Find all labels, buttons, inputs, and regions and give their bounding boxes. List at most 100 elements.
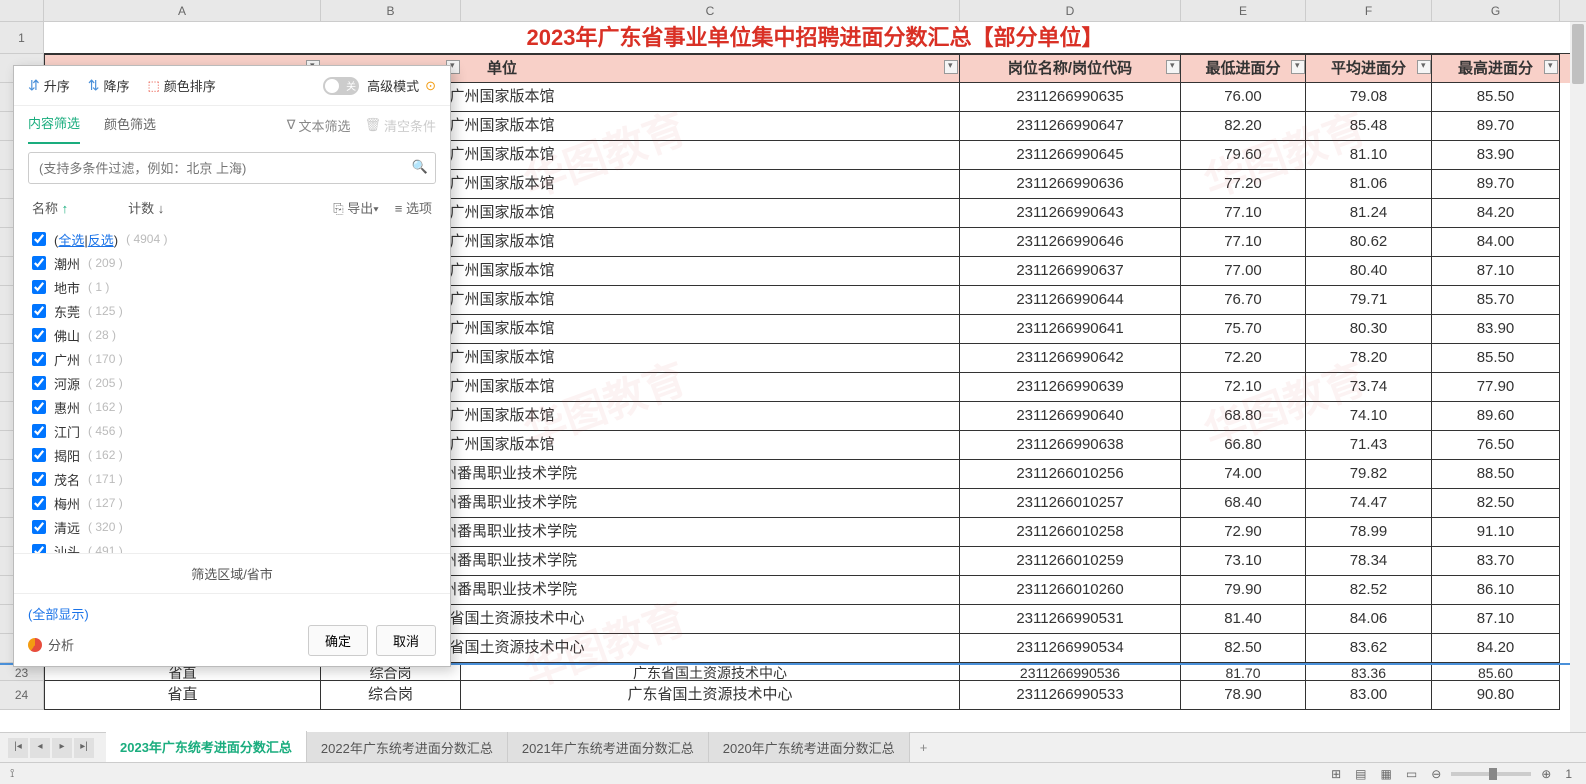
cell-max[interactable]: 84.20 — [1432, 634, 1560, 663]
filter-item[interactable]: 广州( 170 ) — [32, 347, 432, 371]
cell-avg[interactable]: 80.62 — [1306, 228, 1432, 257]
filter-checkbox[interactable] — [32, 472, 46, 486]
zoom-in-button[interactable]: ⊕ — [1537, 767, 1555, 781]
cell-max[interactable]: 82.50 — [1432, 489, 1560, 518]
cell-code[interactable]: 2311266010259 — [960, 547, 1181, 576]
cell-avg[interactable]: 74.10 — [1306, 402, 1432, 431]
filter-item[interactable]: 清远( 320 ) — [32, 515, 432, 539]
cell-avg[interactable]: 81.06 — [1306, 170, 1432, 199]
cell-avg[interactable]: 71.43 — [1306, 431, 1432, 460]
cell-g23[interactable]: 85.60 — [1432, 665, 1560, 681]
cell-f24[interactable]: 83.00 — [1306, 681, 1432, 710]
cell-avg[interactable]: 82.52 — [1306, 576, 1432, 605]
select-all-row[interactable]: (全选|反选) ( 4904 ) — [32, 227, 432, 251]
cell-code[interactable]: 2311266990643 — [960, 199, 1181, 228]
row-24[interactable]: 24 — [0, 681, 44, 710]
color-sort-button[interactable]: ⬚颜色排序 — [148, 76, 216, 95]
cell-b24[interactable]: 综合岗 — [321, 681, 461, 710]
cell-max[interactable]: 85.50 — [1432, 83, 1560, 112]
name-column-header[interactable]: 名称 ↑ — [32, 198, 68, 217]
cell-code[interactable]: 2311266990638 — [960, 431, 1181, 460]
filter-item[interactable]: 东莞( 125 ) — [32, 299, 432, 323]
filter-checkbox[interactable] — [32, 280, 46, 294]
tab-color-filter[interactable]: 颜色筛选 — [104, 107, 156, 143]
cell-code[interactable]: 2311266990646 — [960, 228, 1181, 257]
cell-max[interactable]: 83.90 — [1432, 315, 1560, 344]
sheet-tab-2020[interactable]: 2020年广东统考进面分数汇总 — [709, 732, 910, 763]
filter-checkbox[interactable] — [32, 424, 46, 438]
cell-avg[interactable]: 83.62 — [1306, 634, 1432, 663]
cell-min[interactable]: 82.20 — [1181, 112, 1306, 141]
zoom-out-button[interactable]: ⊖ — [1427, 767, 1445, 781]
filter-checkbox[interactable] — [32, 376, 46, 390]
filter-checkbox[interactable] — [32, 544, 46, 553]
cell-max[interactable]: 86.10 — [1432, 576, 1560, 605]
advanced-mode-toggle[interactable]: 高级模式⊙ — [323, 76, 436, 95]
next-sheet-button[interactable]: ▸ — [52, 738, 72, 758]
cell-min[interactable]: 68.40 — [1181, 489, 1306, 518]
cell-max[interactable]: 89.70 — [1432, 170, 1560, 199]
vertical-scrollbar[interactable] — [1570, 22, 1586, 732]
cell-c24[interactable]: 广东省国土资源技术中心 — [461, 681, 960, 710]
cell-avg[interactable]: 79.71 — [1306, 286, 1432, 315]
cell-code[interactable]: 2311266010256 — [960, 460, 1181, 489]
row-23[interactable]: 23 — [0, 665, 44, 681]
cell-avg[interactable]: 80.30 — [1306, 315, 1432, 344]
filter-checkbox[interactable] — [32, 496, 46, 510]
cell-avg[interactable]: 78.34 — [1306, 547, 1432, 576]
cell-code[interactable]: 2311266990637 — [960, 257, 1181, 286]
filter-dropdown-icon[interactable] — [1544, 60, 1558, 74]
cell-avg[interactable]: 74.47 — [1306, 489, 1432, 518]
last-sheet-button[interactable]: ▸| — [74, 738, 94, 758]
cell-max[interactable]: 91.10 — [1432, 518, 1560, 547]
cell-max[interactable]: 83.70 — [1432, 547, 1560, 576]
cell-e24[interactable]: 78.90 — [1181, 681, 1306, 710]
cell-c23[interactable]: 广东省国土资源技术中心 — [461, 665, 960, 681]
filter-item[interactable]: 江门( 456 ) — [32, 419, 432, 443]
filter-checkbox[interactable] — [32, 520, 46, 534]
view-page-icon[interactable]: ▤ — [1351, 767, 1370, 781]
cell-code[interactable]: 2311266010260 — [960, 576, 1181, 605]
cell-d24[interactable]: 2311266990533 — [960, 681, 1181, 710]
cell-code[interactable]: 2311266990645 — [960, 141, 1181, 170]
cell-avg[interactable]: 80.40 — [1306, 257, 1432, 286]
cell-max[interactable]: 89.60 — [1432, 402, 1560, 431]
cell-g24[interactable]: 90.80 — [1432, 681, 1560, 710]
filter-checkbox[interactable] — [32, 304, 46, 318]
col-C[interactable]: C — [461, 0, 960, 21]
filter-item[interactable]: 惠州( 162 ) — [32, 395, 432, 419]
text-filter-button[interactable]: ∇文本筛选 — [287, 116, 351, 135]
filter-checkbox[interactable] — [32, 328, 46, 342]
zoom-slider[interactable] — [1451, 772, 1531, 776]
cell-max[interactable]: 84.20 — [1432, 199, 1560, 228]
cell-min[interactable]: 76.70 — [1181, 286, 1306, 315]
options-button[interactable]: ≡ 选项 — [395, 198, 432, 217]
cell-code[interactable]: 2311266990639 — [960, 373, 1181, 402]
sort-asc-button[interactable]: ⇵升序 — [28, 76, 70, 95]
cell-min[interactable]: 72.90 — [1181, 518, 1306, 547]
cell-min[interactable]: 79.90 — [1181, 576, 1306, 605]
cell-min[interactable]: 75.70 — [1181, 315, 1306, 344]
search-icon[interactable]: 🔍 — [412, 159, 428, 175]
cell-min[interactable]: 77.10 — [1181, 228, 1306, 257]
cell-avg[interactable]: 78.99 — [1306, 518, 1432, 547]
cell-max[interactable]: 89.70 — [1432, 112, 1560, 141]
sheet-tab-2021[interactable]: 2021年广东统考进面分数汇总 — [508, 732, 709, 763]
cancel-button[interactable]: 取消 — [376, 625, 436, 656]
filter-dropdown-icon[interactable] — [944, 60, 958, 74]
filter-dropdown-icon[interactable] — [1291, 60, 1305, 74]
tab-content-filter[interactable]: 内容筛选 — [28, 106, 80, 144]
view-outline-icon[interactable]: ▦ — [1377, 767, 1396, 781]
filter-item[interactable]: 茂名( 171 ) — [32, 467, 432, 491]
corner-cell[interactable] — [0, 0, 44, 21]
sort-desc-button[interactable]: ⇅降序 — [88, 76, 130, 95]
view-reading-icon[interactable]: ▭ — [1402, 767, 1421, 781]
cell-code[interactable]: 2311266990636 — [960, 170, 1181, 199]
cell-avg[interactable]: 81.24 — [1306, 199, 1432, 228]
filter-dropdown-icon[interactable] — [1417, 60, 1431, 74]
cell-min[interactable]: 77.20 — [1181, 170, 1306, 199]
scroll-thumb[interactable] — [1572, 24, 1584, 84]
filter-checkbox[interactable] — [32, 352, 46, 366]
cell-min[interactable]: 66.80 — [1181, 431, 1306, 460]
filter-item[interactable]: 地市( 1 ) — [32, 275, 432, 299]
